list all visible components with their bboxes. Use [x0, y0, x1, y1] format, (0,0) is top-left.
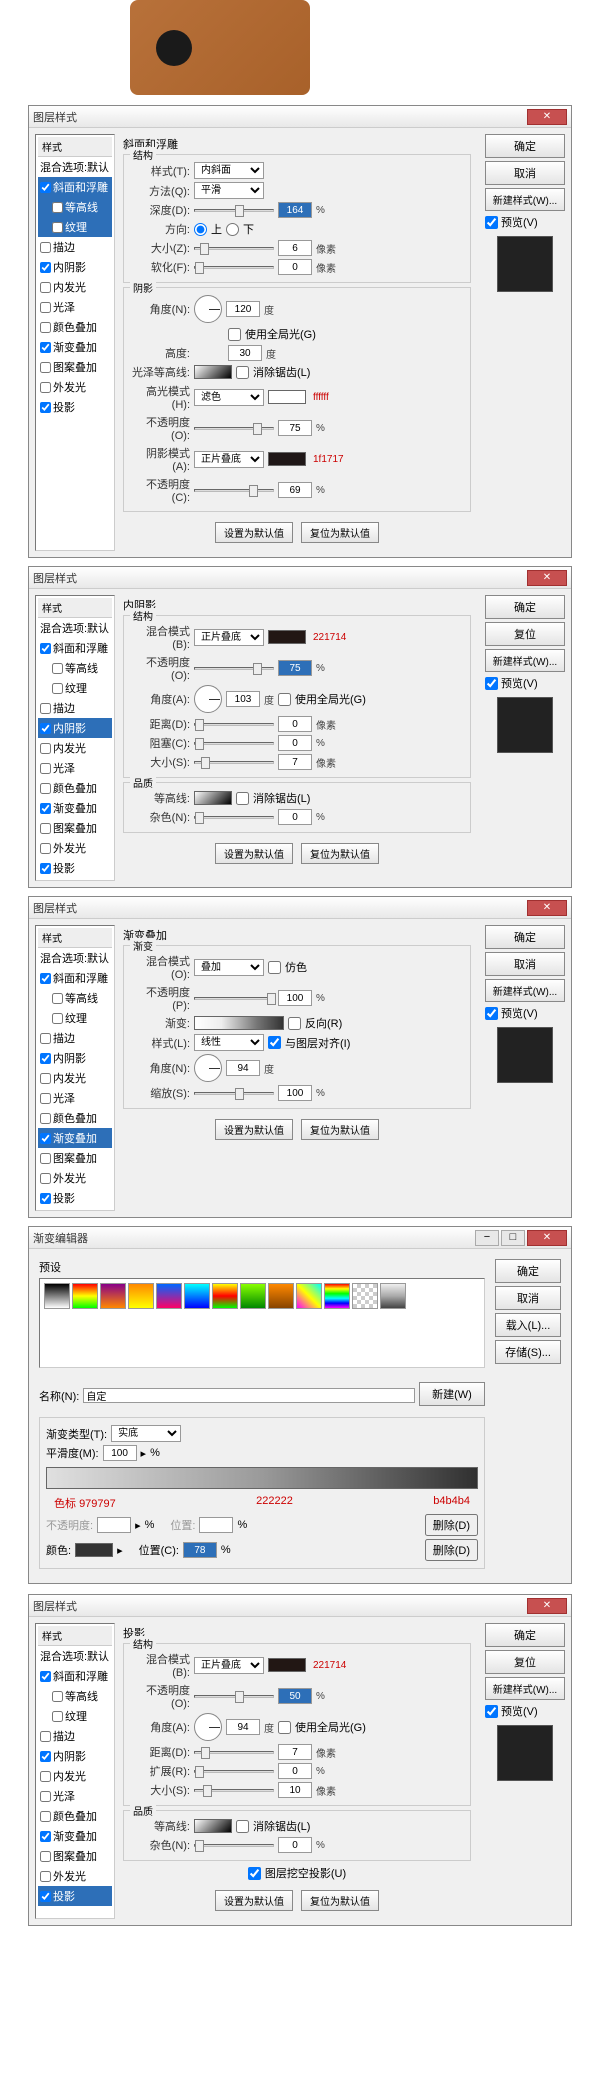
cancel-button[interactable]: 取消	[485, 161, 565, 185]
max-button[interactable]: □	[501, 1230, 525, 1246]
highlight-color[interactable]	[268, 390, 306, 404]
close-button[interactable]: ✕	[527, 900, 567, 916]
style-select[interactable]: 内斜面	[194, 162, 264, 179]
shadow-op-slider[interactable]	[194, 489, 274, 492]
layer-style-dialog-inner-shadow: 图层样式✕ 样式 混合选项:默认 斜面和浮雕 等高线 纹理 描边 内阴影 内发光…	[28, 566, 572, 888]
min-button[interactable]: −	[475, 1230, 499, 1246]
size-slider[interactable]	[194, 247, 274, 250]
reset-default-btn[interactable]: 复位为默认值	[301, 522, 379, 543]
sidebar-inner-shadow[interactable]: 内阴影	[38, 257, 112, 277]
window-title: 图层样式	[33, 109, 527, 125]
effects-sidebar: 样式 混合选项:默认 斜面和浮雕 等高线 纹理 描边 内阴影 内发光 光泽 颜色…	[35, 134, 115, 551]
sidebar-color-overlay[interactable]: 颜色叠加	[38, 317, 112, 337]
preset-swatch[interactable]	[184, 1283, 210, 1309]
titlebar: 图层样式 ✕	[29, 106, 571, 128]
preset-swatch[interactable]	[352, 1283, 378, 1309]
preset-swatch[interactable]	[296, 1283, 322, 1309]
method-select[interactable]: 平滑	[194, 182, 264, 199]
preset-swatch[interactable]	[240, 1283, 266, 1309]
ge-cancel[interactable]: 取消	[495, 1286, 561, 1310]
sidebar-contour[interactable]: 等高线	[38, 197, 112, 217]
right-buttons: 确定 取消 新建样式(W)... 预览(V)	[479, 134, 565, 551]
size-input[interactable]	[278, 240, 312, 256]
blend-options[interactable]: 混合选项:默认	[38, 157, 112, 177]
angle-dial[interactable]	[194, 685, 222, 713]
sidebar-inner-glow[interactable]: 内发光	[38, 277, 112, 297]
leather-texture-image	[130, 0, 310, 95]
make-default-btn[interactable]: 设置为默认值	[215, 522, 293, 543]
stops-row: 色标 979797 222222 b4b4b4	[46, 1495, 478, 1511]
preset-swatch[interactable]	[212, 1283, 238, 1309]
layer-style-dialog-bevel: 图层样式 ✕ 样式 混合选项:默认 斜面和浮雕 等高线 纹理 描边 内阴影 内发…	[28, 105, 572, 558]
sidebar-inner-shadow[interactable]: 内阴影	[38, 718, 112, 738]
preset-swatch[interactable]	[324, 1283, 350, 1309]
dir-up[interactable]	[194, 223, 207, 236]
sidebar-drop-shadow[interactable]: 投影	[38, 397, 112, 417]
antialias-cb[interactable]	[236, 366, 249, 379]
effects-sidebar: 样式 混合选项:默认 斜面和浮雕 等高线 纹理 描边 内阴影 内发光 光泽 颜色…	[35, 595, 115, 881]
preset-swatch[interactable]	[128, 1283, 154, 1309]
highlight-op-slider[interactable]	[194, 427, 274, 430]
stop-color[interactable]	[75, 1543, 113, 1557]
sidebar-gradient-overlay[interactable]: 渐变叠加	[38, 337, 112, 357]
sidebar-gradient-overlay[interactable]: 渐变叠加	[38, 1128, 112, 1148]
gradient-strip[interactable]	[46, 1467, 478, 1489]
depth-input[interactable]	[278, 202, 312, 218]
close-button[interactable]: ✕	[527, 109, 567, 125]
gradient-editor-dialog: 渐变编辑器−□✕ 预设 名称(N):新建(W) 渐变类型(T):实底	[28, 1226, 572, 1584]
close-button[interactable]: ✕	[527, 1230, 567, 1246]
sidebar-stroke[interactable]: 描边	[38, 237, 112, 257]
color-swatch[interactable]	[268, 630, 306, 644]
close-button[interactable]: ✕	[527, 570, 567, 586]
sidebar-drop-shadow[interactable]: 投影	[38, 1886, 112, 1906]
soften-input[interactable]	[278, 259, 312, 275]
layer-style-dialog-drop-shadow: 图层样式✕ 样式 混合选项:默认 斜面和浮雕 等高线 纹理 描边 内阴影 内发光…	[28, 1594, 572, 1926]
highlight-op-input[interactable]	[278, 420, 312, 436]
new-gradient-btn[interactable]: 新建(W)	[419, 1382, 485, 1406]
contour-picker[interactable]	[194, 791, 232, 805]
preset-swatch[interactable]	[44, 1283, 70, 1309]
sidebar-texture[interactable]: 纹理	[38, 217, 112, 237]
settings-panel: 斜面和浮雕 结构 样式(T):内斜面 方法(Q):平滑 深度(D):% 方向:上…	[115, 134, 479, 551]
preset-swatch[interactable]	[268, 1283, 294, 1309]
new-style-button[interactable]: 新建样式(W)...	[485, 188, 565, 211]
layer-style-dialog-gradient: 图层样式✕ 样式 混合选项:默认 斜面和浮雕 等高线 纹理 描边 内阴影 内发光…	[28, 896, 572, 1218]
altitude-input[interactable]	[228, 345, 262, 361]
ge-save[interactable]: 存储(S)...	[495, 1340, 561, 1364]
sidebar-bevel[interactable]: 斜面和浮雕	[38, 177, 112, 197]
preview-swatch	[497, 236, 553, 292]
sidebar-satin[interactable]: 光泽	[38, 297, 112, 317]
global-light-cb[interactable]	[228, 328, 241, 341]
preset-swatch[interactable]	[380, 1283, 406, 1309]
preset-grid	[39, 1278, 485, 1368]
preset-swatch[interactable]	[72, 1283, 98, 1309]
preset-swatch[interactable]	[156, 1283, 182, 1309]
ok-button[interactable]: 确定	[485, 134, 565, 158]
sidebar-outer-glow[interactable]: 外发光	[38, 377, 112, 397]
soften-slider[interactable]	[194, 266, 274, 269]
ge-ok[interactable]: 确定	[495, 1259, 561, 1283]
ge-load[interactable]: 载入(L)...	[495, 1313, 561, 1337]
depth-slider[interactable]	[194, 209, 274, 212]
angle-dial[interactable]	[194, 295, 222, 323]
preview-cb[interactable]	[485, 216, 498, 229]
dir-down[interactable]	[226, 223, 239, 236]
shadow-op-input[interactable]	[278, 482, 312, 498]
shadow-mode[interactable]: 正片叠底	[194, 451, 264, 468]
gradient-name-input[interactable]	[83, 1388, 415, 1403]
sidebar-pattern-overlay[interactable]: 图案叠加	[38, 357, 112, 377]
gradient-preview[interactable]	[194, 1016, 284, 1030]
shadow-color[interactable]	[268, 452, 306, 466]
highlight-mode[interactable]: 滤色	[194, 389, 264, 406]
preset-swatch[interactable]	[100, 1283, 126, 1309]
gloss-contour[interactable]	[194, 365, 232, 379]
sidebar-header: 样式	[38, 137, 112, 157]
angle-input[interactable]	[226, 301, 260, 317]
panel-title: 斜面和浮雕	[123, 136, 471, 152]
close-button[interactable]: ✕	[527, 1598, 567, 1614]
blend-select[interactable]: 正片叠底	[194, 629, 264, 646]
